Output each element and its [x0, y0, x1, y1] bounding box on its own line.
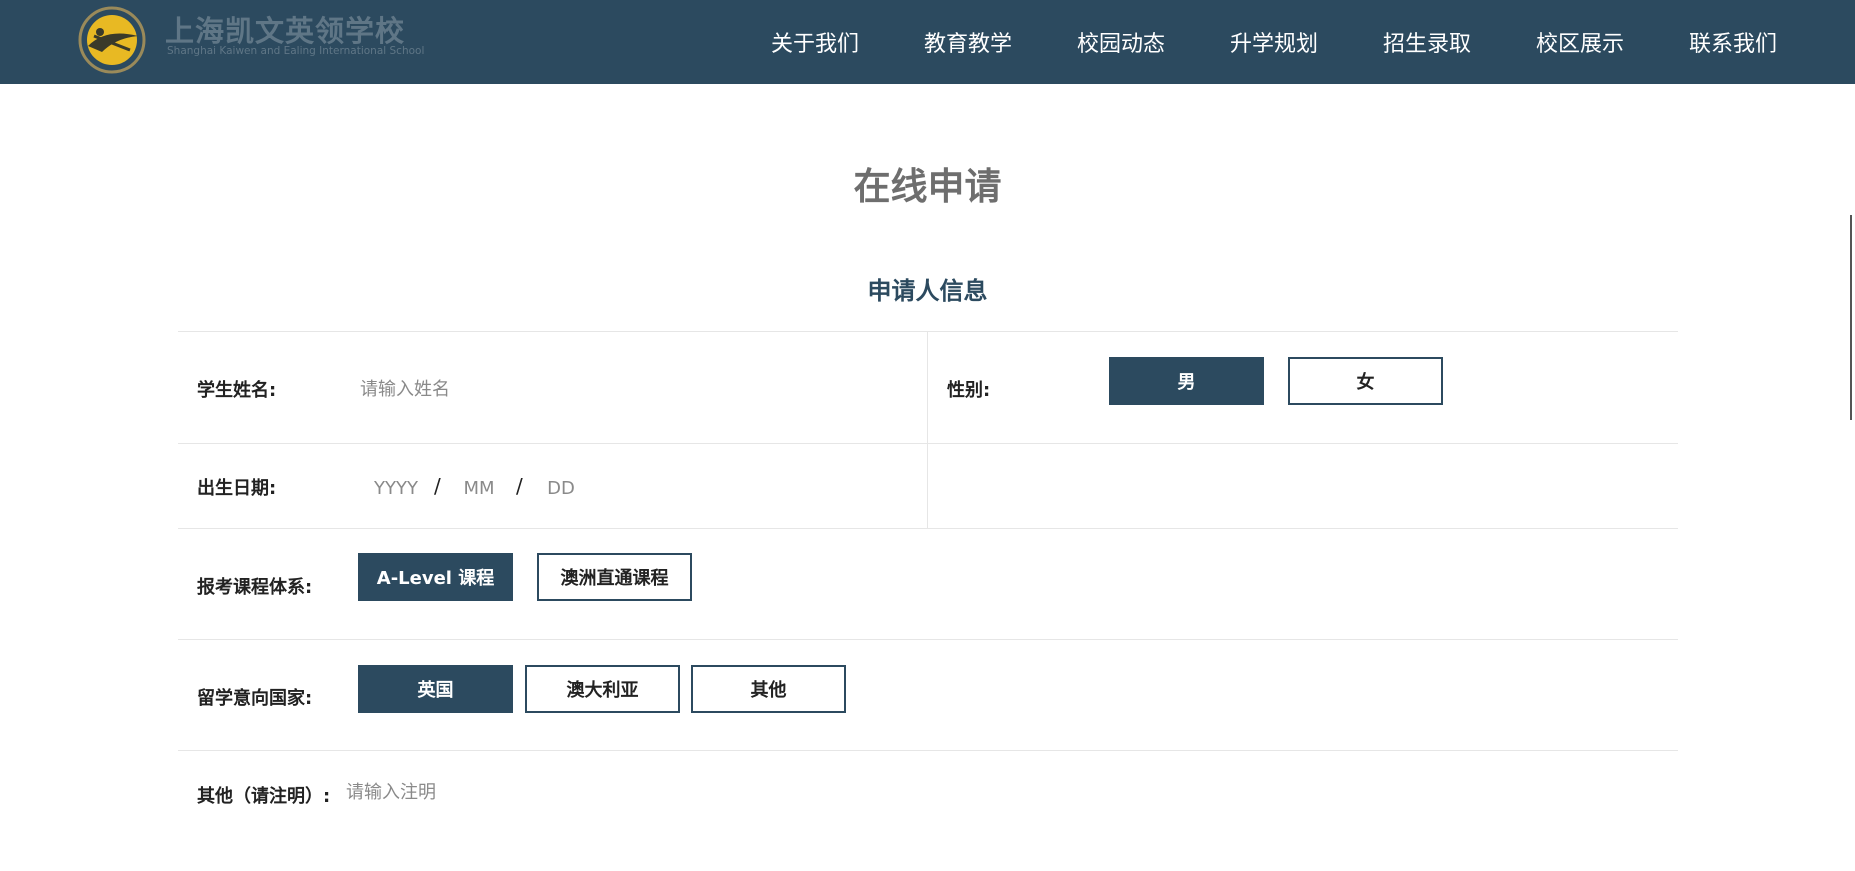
- gender-label: 性别:: [947, 380, 991, 401]
- form-divider: [178, 443, 1678, 444]
- country-australia-option[interactable]: 澳大利亚: [525, 665, 680, 713]
- form-divider: [178, 750, 1678, 751]
- form-column-divider: [927, 331, 928, 528]
- curriculum-alevel-option[interactable]: A-Level 课程: [358, 553, 513, 601]
- nav-about[interactable]: 关于我们: [771, 26, 859, 58]
- date-separator: /: [434, 474, 441, 498]
- birth-day-input[interactable]: [531, 475, 591, 501]
- nav-campus-news[interactable]: 校园动态: [1077, 26, 1165, 58]
- nav-contact[interactable]: 联系我们: [1689, 26, 1777, 58]
- site-header: 上海凯文英领学校 Shanghai Kaiwen and Ealing Inte…: [0, 0, 1855, 84]
- country-label: 留学意向国家:: [197, 688, 313, 709]
- birth-date-label: 出生日期:: [197, 478, 277, 499]
- gender-female-option[interactable]: 女: [1288, 357, 1443, 405]
- nav-campus-showcase[interactable]: 校区展示: [1536, 26, 1624, 58]
- page-title: 在线申请: [853, 165, 1002, 208]
- gender-male-option[interactable]: 男: [1109, 357, 1264, 405]
- curriculum-australia-option[interactable]: 澳洲直通课程: [537, 553, 692, 601]
- form-divider: [178, 331, 1678, 332]
- country-uk-option[interactable]: 英国: [358, 665, 513, 713]
- student-name-label: 学生姓名:: [197, 380, 277, 401]
- student-name-input[interactable]: [360, 376, 880, 402]
- other-note-label: 其他（请注明）:: [197, 786, 331, 807]
- country-other-option[interactable]: 其他: [691, 665, 846, 713]
- birth-month-input[interactable]: [449, 475, 509, 501]
- brand-name-en[interactable]: Shanghai Kaiwen and Ealing International…: [167, 45, 424, 57]
- brand-name-cn[interactable]: 上海凯文英领学校: [165, 8, 405, 50]
- section-title: 申请人信息: [867, 277, 988, 305]
- form-divider: [178, 639, 1678, 640]
- birth-year-input[interactable]: [366, 475, 426, 501]
- nav-education[interactable]: 教育教学: [924, 26, 1012, 58]
- other-note-input[interactable]: [346, 779, 1046, 805]
- nav-admissions[interactable]: 招生录取: [1383, 26, 1471, 58]
- page-scrollbar[interactable]: [1850, 215, 1852, 420]
- date-separator: /: [516, 474, 523, 498]
- school-logo-icon[interactable]: [72, 6, 152, 74]
- curriculum-label: 报考课程体系:: [197, 577, 313, 598]
- nav-college-planning[interactable]: 升学规划: [1230, 26, 1318, 58]
- form-divider: [178, 528, 1678, 529]
